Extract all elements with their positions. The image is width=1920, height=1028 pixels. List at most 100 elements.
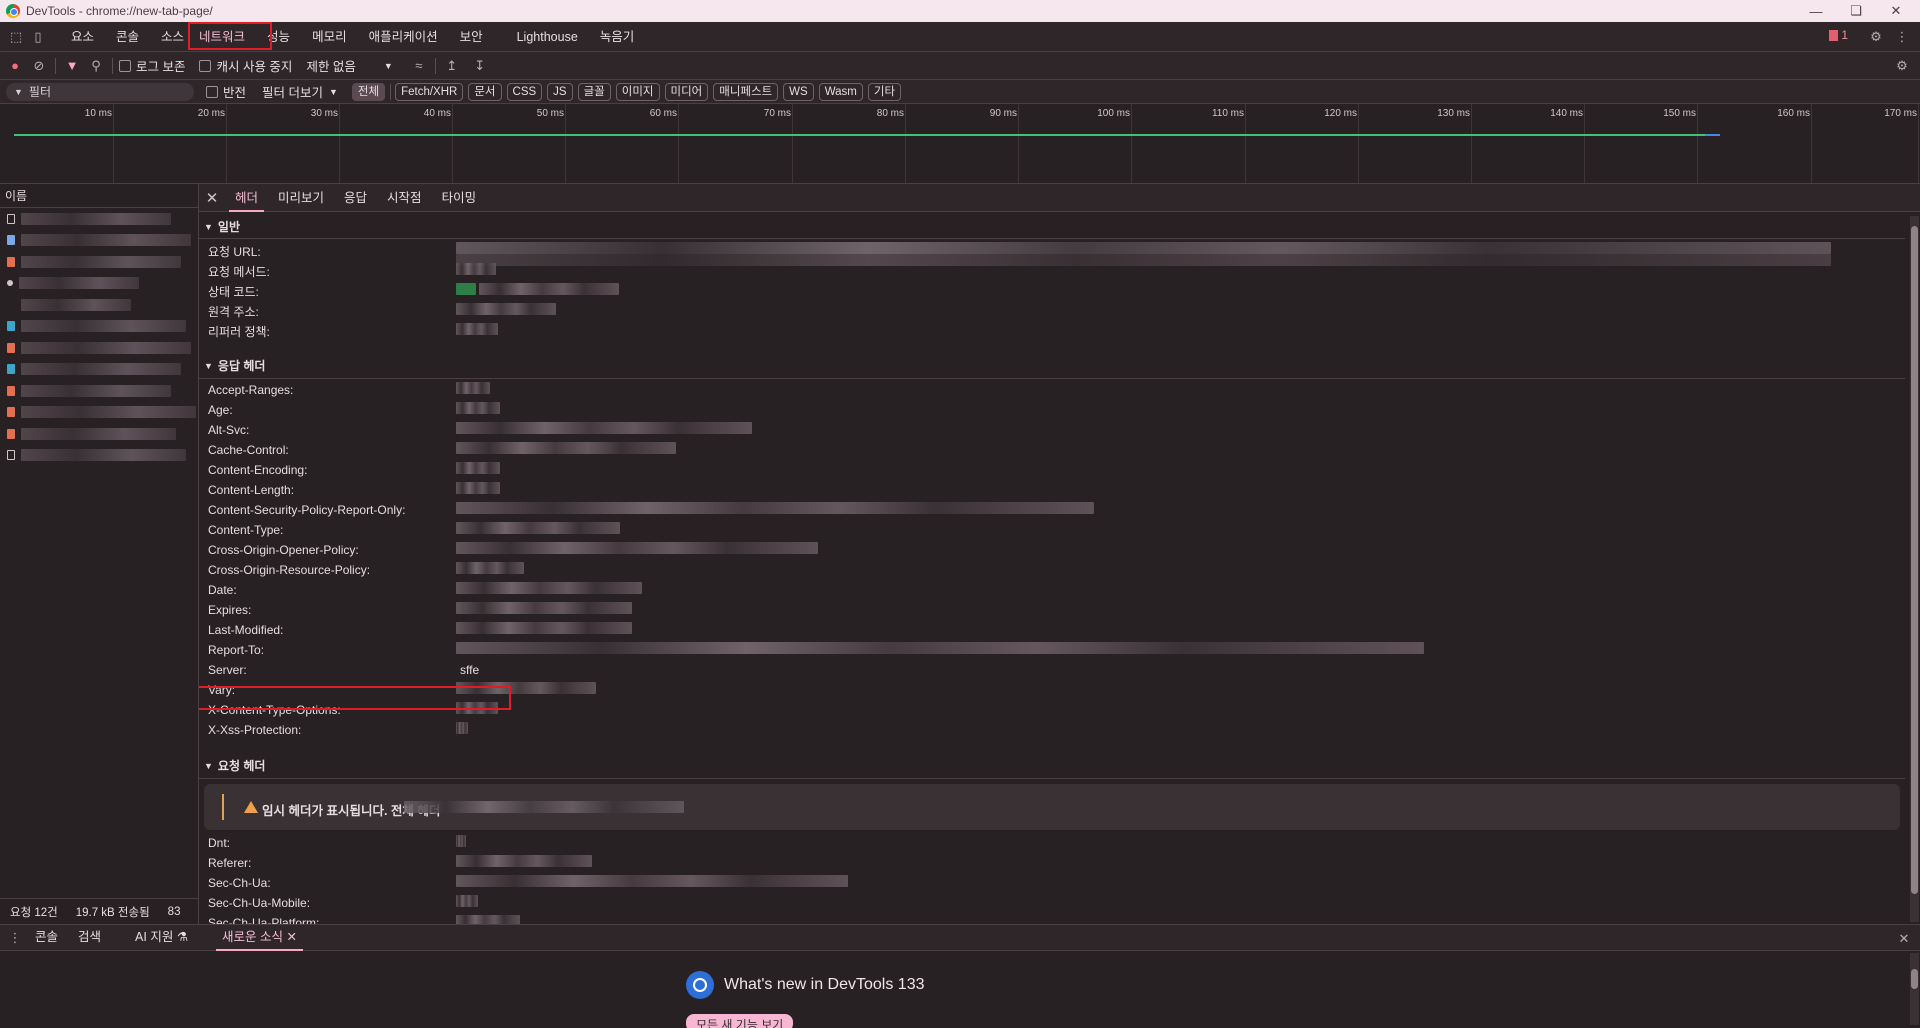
tab-security[interactable]: 보안 bbox=[449, 22, 494, 52]
tab-memory[interactable]: 메모리 bbox=[301, 22, 358, 52]
tab-elements[interactable]: 요소 bbox=[60, 22, 105, 52]
request-row[interactable] bbox=[0, 316, 198, 338]
response-headers-section-toggle[interactable]: ▼ 응답 헤더 bbox=[204, 357, 265, 374]
header-value-redacted[interactable] bbox=[456, 702, 498, 714]
request-row[interactable] bbox=[0, 230, 198, 252]
filter-chip-css[interactable]: CSS bbox=[506, 82, 543, 101]
header-value-redacted[interactable] bbox=[456, 502, 1094, 514]
drawer-menu-icon[interactable]: ⋮ bbox=[5, 928, 25, 948]
filter-chip-fetch-xhr[interactable]: Fetch/XHR bbox=[395, 82, 464, 101]
drawer-scrollbar[interactable] bbox=[1910, 953, 1919, 1025]
header-value-redacted[interactable] bbox=[456, 242, 1831, 254]
header-value-redacted[interactable] bbox=[456, 855, 592, 867]
record-stop-icon[interactable]: ● bbox=[5, 56, 25, 76]
header-value-redacted[interactable] bbox=[456, 722, 468, 734]
server-header-value[interactable]: sffe bbox=[460, 663, 479, 677]
tab-preview[interactable]: 미리보기 bbox=[268, 184, 334, 212]
settings-gear-icon[interactable]: ⚙ bbox=[1866, 27, 1886, 47]
header-value-redacted[interactable] bbox=[456, 895, 478, 907]
tab-lighthouse[interactable]: Lighthouse bbox=[506, 22, 589, 52]
header-value-redacted[interactable] bbox=[456, 422, 752, 434]
more-filters-dropdown[interactable]: 필터 더보기 ▼ bbox=[262, 82, 338, 101]
request-row[interactable] bbox=[0, 380, 198, 402]
minimize-icon[interactable]: — bbox=[1796, 0, 1836, 22]
filter-chip-js[interactable]: JS bbox=[547, 82, 573, 101]
header-value-redacted[interactable] bbox=[456, 462, 500, 474]
tab-initiator[interactable]: 시작점 bbox=[377, 184, 432, 212]
invert-checkbox[interactable]: 반전 bbox=[206, 82, 246, 101]
throttle-select[interactable]: 제한 없음 ▼ bbox=[306, 56, 392, 75]
tab-recorder[interactable]: 녹음기 bbox=[589, 22, 646, 52]
filter-chip-font[interactable]: 글꼴 bbox=[577, 82, 611, 101]
tab-response[interactable]: 응답 bbox=[334, 184, 377, 212]
close-tab-icon[interactable]: ✕ bbox=[287, 930, 297, 944]
request-headers-section-toggle[interactable]: ▼ 요청 헤더 bbox=[204, 757, 265, 774]
restore-icon[interactable]: ❏ bbox=[1836, 0, 1876, 22]
header-value-redacted[interactable] bbox=[456, 835, 466, 847]
import-har-icon[interactable]: ↥ bbox=[442, 56, 462, 76]
export-har-icon[interactable]: ↧ bbox=[470, 56, 490, 76]
drawer-tab-whats-new[interactable]: 새로운 소식 ✕ bbox=[212, 924, 307, 951]
network-conditions-icon[interactable]: ≈ bbox=[409, 56, 429, 76]
header-value-redacted[interactable] bbox=[456, 915, 520, 924]
general-section-toggle[interactable]: ▼ 일반 bbox=[204, 218, 240, 235]
filter-chip-manifest[interactable]: 매니페스트 bbox=[713, 82, 779, 101]
filter-chip-media[interactable]: 미디어 bbox=[664, 82, 709, 101]
filter-chip-doc[interactable]: 문서 bbox=[468, 82, 502, 101]
name-column-header[interactable]: 이름 bbox=[0, 184, 198, 208]
checkbox-box[interactable] bbox=[206, 85, 218, 98]
drawer-tab-ai-assistance[interactable]: AI 지원 ⚗ bbox=[125, 924, 198, 951]
filter-chip-wasm[interactable]: Wasm bbox=[818, 82, 863, 101]
header-value-redacted[interactable] bbox=[456, 522, 620, 534]
header-value-redacted[interactable] bbox=[456, 442, 676, 454]
request-row[interactable] bbox=[0, 251, 198, 273]
tab-headers[interactable]: 헤더 bbox=[225, 184, 268, 212]
checkbox-box[interactable] bbox=[199, 59, 212, 72]
request-row[interactable] bbox=[0, 423, 198, 445]
filter-chip-all[interactable]: 전체 bbox=[351, 82, 386, 101]
tab-console[interactable]: 콘솔 bbox=[105, 22, 150, 52]
tab-sources[interactable]: 소스 bbox=[150, 22, 188, 52]
network-overview-timeline[interactable]: 10 ms 20 ms 30 ms 40 ms 50 ms 60 ms 70 m… bbox=[0, 104, 1920, 184]
filter-chip-img[interactable]: 이미지 bbox=[615, 82, 660, 101]
disable-cache-checkbox[interactable]: 캐시 사용 중지 bbox=[199, 56, 292, 75]
tab-network[interactable]: 네트워크 bbox=[188, 22, 256, 52]
checkbox-box[interactable] bbox=[119, 59, 131, 72]
header-value-redacted[interactable] bbox=[456, 263, 496, 275]
filter-chip-ws[interactable]: WS bbox=[783, 82, 814, 101]
header-value-redacted[interactable] bbox=[479, 283, 619, 295]
preserve-log-checkbox[interactable]: 로그 보존 bbox=[119, 56, 185, 75]
request-row[interactable] bbox=[0, 359, 198, 381]
request-row[interactable] bbox=[0, 337, 198, 359]
header-value-redacted[interactable] bbox=[456, 682, 596, 694]
request-row[interactable] bbox=[0, 402, 198, 424]
request-row[interactable] bbox=[0, 273, 198, 295]
header-value-redacted[interactable] bbox=[456, 582, 642, 594]
header-value-redacted[interactable] bbox=[456, 622, 632, 634]
scroll-thumb[interactable] bbox=[1911, 226, 1918, 894]
header-value-redacted[interactable] bbox=[456, 562, 524, 574]
network-settings-gear-icon[interactable]: ⚙ bbox=[1892, 56, 1912, 76]
inspect-element-icon[interactable]: ⬚ bbox=[6, 27, 26, 47]
drawer-tab-console[interactable]: 콘솔 bbox=[25, 924, 68, 951]
tab-timing[interactable]: 타이밍 bbox=[432, 184, 487, 212]
header-value-redacted[interactable] bbox=[456, 542, 818, 554]
search-icon[interactable]: ⚲ bbox=[86, 56, 106, 76]
scroll-thumb[interactable] bbox=[1911, 969, 1918, 989]
request-row[interactable] bbox=[0, 208, 198, 230]
request-row[interactable] bbox=[0, 294, 198, 316]
drawer-tab-search[interactable]: 검색 bbox=[68, 924, 111, 951]
tab-application[interactable]: 애플리케이션 bbox=[358, 22, 449, 52]
filter-input[interactable]: ▼ 필터 bbox=[6, 82, 194, 101]
tab-performance[interactable]: 성능 bbox=[256, 22, 301, 52]
close-drawer-icon[interactable]: ✕ bbox=[1894, 929, 1914, 949]
warning-link-redacted[interactable] bbox=[404, 801, 684, 813]
detail-scrollbar[interactable] bbox=[1910, 216, 1919, 922]
close-window-icon[interactable]: ✕ bbox=[1876, 0, 1916, 22]
header-value-redacted[interactable] bbox=[456, 602, 632, 614]
header-value-redacted[interactable] bbox=[456, 323, 498, 335]
filter-chip-other[interactable]: 기타 bbox=[867, 82, 902, 101]
header-value-redacted[interactable] bbox=[456, 382, 490, 394]
close-detail-icon[interactable]: ✕ bbox=[199, 189, 225, 207]
device-toolbar-icon[interactable]: ▯ bbox=[28, 27, 48, 47]
